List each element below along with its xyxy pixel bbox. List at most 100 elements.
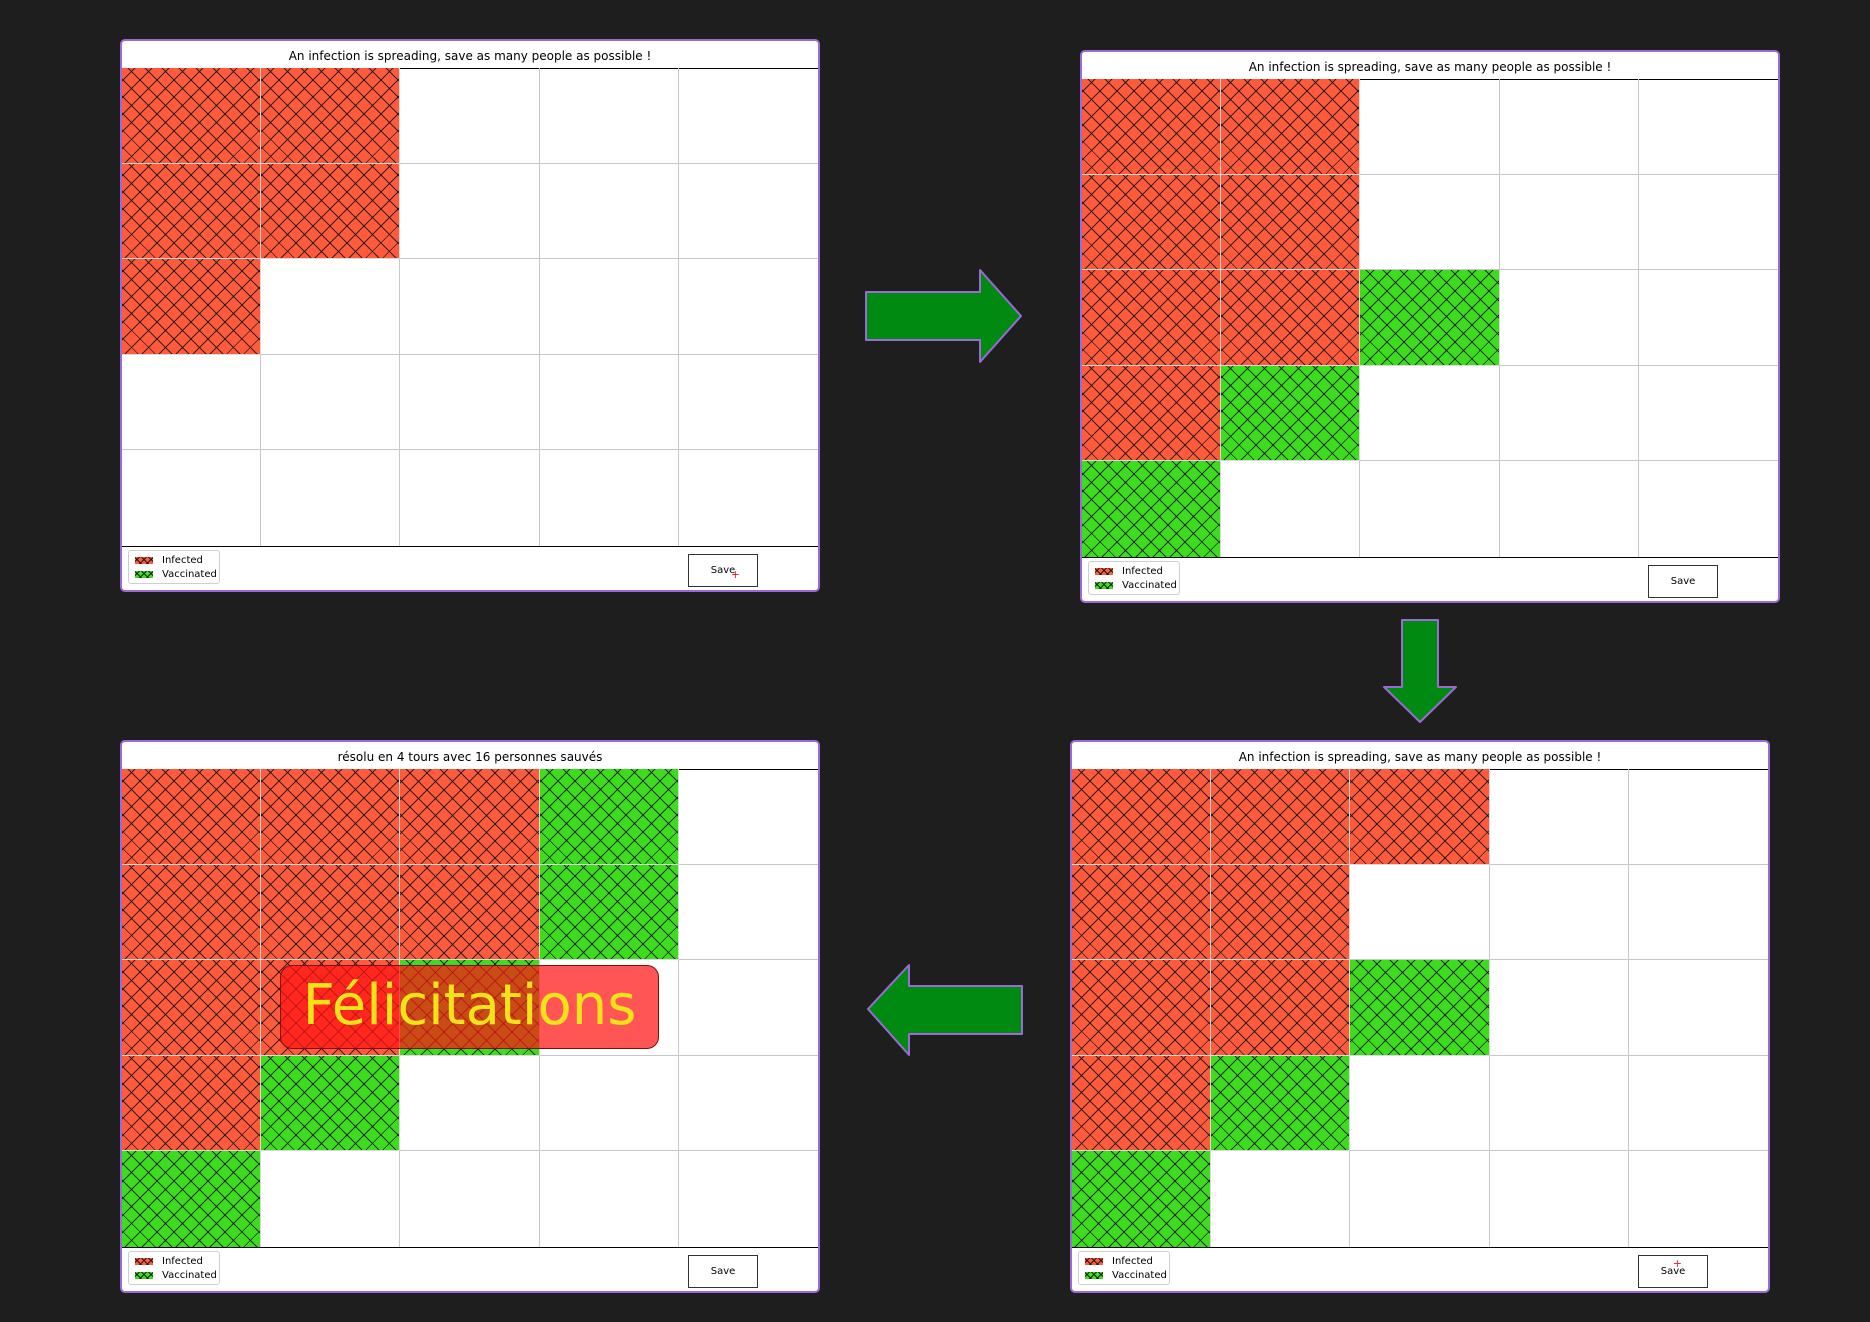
grid-cell-empty[interactable] [1629, 1151, 1768, 1247]
grid-cell-empty[interactable] [1360, 365, 1500, 462]
grid-cell-empty[interactable] [1499, 270, 1639, 366]
grid-cell-infected[interactable] [1072, 769, 1212, 865]
grid-cell-empty[interactable] [1360, 174, 1500, 271]
grid-cell-empty[interactable] [1360, 79, 1500, 175]
grid-cell-empty[interactable] [400, 450, 540, 546]
grid-cell-infected[interactable] [1221, 79, 1361, 175]
grid-cell-empty[interactable] [400, 354, 540, 451]
grid-cell-empty[interactable] [679, 450, 818, 546]
grid-cell-infected[interactable] [400, 769, 540, 865]
grid-cell-infected[interactable] [1072, 960, 1212, 1056]
grid-cell-infected[interactable] [1211, 864, 1351, 961]
grid-cell-vaccinated[interactable] [1360, 270, 1500, 366]
grid-cell-vaccinated[interactable] [539, 769, 679, 865]
grid-cell-empty[interactable] [1638, 270, 1778, 366]
grid-cell-empty[interactable] [678, 960, 818, 1056]
save-button[interactable]: Save [1648, 565, 1718, 598]
grid-cell-empty[interactable] [261, 1151, 401, 1247]
grid-cell-empty[interactable] [1499, 174, 1639, 271]
grid-cell-empty[interactable] [678, 259, 818, 355]
grid-cell-empty[interactable] [539, 163, 679, 260]
grid-cell-empty[interactable] [1350, 1055, 1490, 1152]
grid-cell-empty[interactable] [1350, 1151, 1490, 1247]
grid-cell-infected[interactable] [1211, 960, 1351, 1056]
grid-cell-vaccinated[interactable] [1072, 1151, 1212, 1247]
grid-cell-infected[interactable] [1082, 174, 1222, 271]
grid-cell-vaccinated[interactable] [1221, 365, 1361, 462]
grid-cell-empty[interactable] [1628, 769, 1768, 865]
grid-cell-infected[interactable] [261, 163, 401, 260]
grid-cell-empty[interactable] [400, 1151, 540, 1247]
grid-cell-infected[interactable] [122, 163, 262, 260]
grid-cell-infected[interactable] [1350, 769, 1490, 865]
grid-cell-infected[interactable] [1221, 174, 1361, 271]
grid-cell-empty[interactable] [400, 68, 540, 164]
grid-cell-infected[interactable] [122, 1055, 262, 1152]
grid-cell-empty[interactable] [1221, 461, 1361, 557]
grid-cell-empty[interactable] [1638, 366, 1778, 462]
grid-cell-vaccinated[interactable] [539, 864, 679, 961]
grid-cell-infected[interactable] [1082, 79, 1222, 175]
grid-cell-empty[interactable] [679, 1151, 818, 1247]
grid-cell-empty[interactable] [1628, 960, 1768, 1056]
grid-cell-vaccinated[interactable] [1350, 960, 1490, 1056]
grid-cell-empty[interactable] [1638, 79, 1778, 175]
grid-cell-empty[interactable] [1350, 864, 1490, 961]
grid-cell-empty[interactable] [540, 450, 679, 546]
grid-cell-infected[interactable] [261, 864, 401, 961]
grid-cell-empty[interactable] [539, 354, 679, 451]
grid-cell-empty[interactable] [539, 259, 679, 355]
grid-cell-empty[interactable] [678, 68, 818, 164]
grid-cell-empty[interactable] [400, 259, 540, 355]
grid-cell-infected[interactable] [261, 68, 401, 164]
grid-cell-vaccinated[interactable] [261, 1055, 401, 1152]
grid-cell-empty[interactable] [1628, 865, 1768, 961]
grid-cell-empty[interactable] [678, 355, 818, 451]
grid-cell-empty[interactable] [1499, 79, 1639, 175]
grid-cell-empty[interactable] [1638, 175, 1778, 271]
grid-cell-infected[interactable] [261, 769, 401, 865]
grid-cell-empty[interactable] [678, 769, 818, 865]
grid-cell-empty[interactable] [539, 1055, 679, 1152]
grid-cell-empty[interactable] [1211, 1151, 1351, 1247]
grid-cell-empty[interactable] [400, 163, 540, 260]
grid-cell-infected[interactable] [1082, 270, 1222, 366]
grid-cell-infected[interactable] [122, 259, 262, 355]
grid-cell-empty[interactable] [540, 1151, 679, 1247]
grid-cell-empty[interactable] [678, 1056, 818, 1152]
grid-cell-empty[interactable] [261, 259, 401, 355]
grid-cell-empty[interactable] [539, 68, 679, 164]
grid-cell-infected[interactable] [400, 864, 540, 961]
grid-cell-vaccinated[interactable] [122, 1151, 262, 1247]
grid-cell-empty[interactable] [678, 164, 818, 260]
grid-cell-empty[interactable] [261, 354, 401, 451]
grid-cell-infected[interactable] [1072, 864, 1212, 961]
grid-cell-empty[interactable] [1628, 1056, 1768, 1152]
grid-cell-infected[interactable] [122, 960, 262, 1056]
grid-cell-infected[interactable] [1221, 270, 1361, 366]
grid-cell-empty[interactable] [1490, 1151, 1629, 1247]
grid-cell-empty[interactable] [1499, 365, 1639, 462]
grid-cell-empty[interactable] [1489, 960, 1629, 1056]
grid-cell-vaccinated[interactable] [1082, 461, 1222, 557]
grid-cell-empty[interactable] [1489, 864, 1629, 961]
grid-cell-empty[interactable] [400, 1055, 540, 1152]
grid-cell-empty[interactable] [122, 354, 262, 451]
save-button[interactable]: Save [688, 554, 758, 587]
save-button[interactable]: Save [688, 1255, 758, 1288]
grid-cell-empty[interactable] [122, 450, 262, 546]
grid-cell-infected[interactable] [122, 68, 262, 164]
grid-cell-empty[interactable] [1639, 461, 1778, 557]
grid-cell-infected[interactable] [1082, 365, 1222, 462]
grid-cell-empty[interactable] [261, 450, 401, 546]
grid-cell-infected[interactable] [122, 864, 262, 961]
grid-cell-empty[interactable] [1360, 461, 1500, 557]
grid-cell-empty[interactable] [1489, 1055, 1629, 1152]
grid-cell-infected[interactable] [122, 769, 262, 865]
grid-cell-infected[interactable] [1072, 1055, 1212, 1152]
infection-grid[interactable] [1082, 79, 1778, 558]
grid-cell-empty[interactable] [1500, 461, 1639, 557]
grid-cell-infected[interactable] [1211, 769, 1351, 865]
grid-cell-empty[interactable] [678, 865, 818, 961]
infection-grid[interactable] [122, 68, 818, 547]
